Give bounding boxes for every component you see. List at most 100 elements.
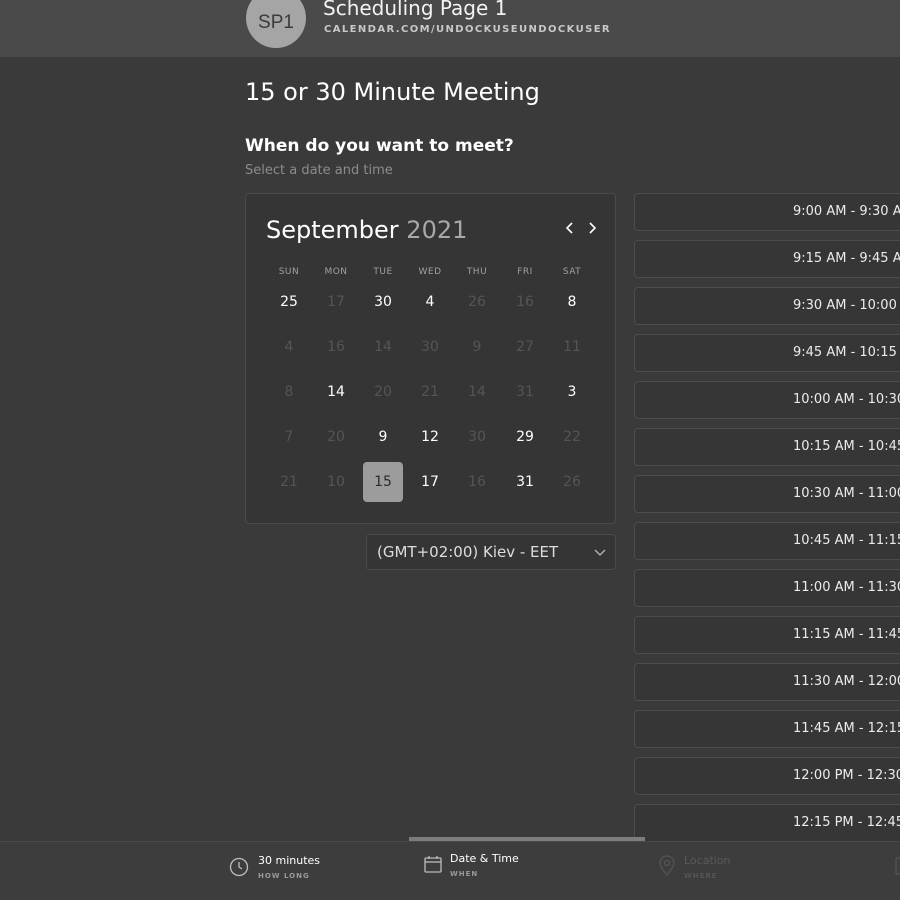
calendar-day: 4 [284, 339, 294, 355]
timezone-select[interactable]: (GMT+02:00) Kiev - EET [366, 534, 616, 570]
calendar-day: 20 [374, 384, 392, 400]
calendar-day: 20 [327, 429, 345, 445]
step-duration-sub: HOW LONG [258, 872, 310, 880]
time-slot-button[interactable]: 11:30 AM - 12:00 PM [634, 663, 900, 701]
time-slot-button[interactable]: 9:30 AM - 10:00 AM [634, 287, 900, 325]
meeting-title: 15 or 30 Minute Meeting [245, 78, 540, 106]
calendar-day: 31 [516, 384, 534, 400]
time-slot-button[interactable]: 12:00 PM - 12:30 PM [634, 757, 900, 795]
calendar-day[interactable]: 14 [316, 372, 356, 412]
step-details[interactable] [894, 842, 900, 900]
time-slot-button[interactable]: 11:15 AM - 11:45 AM [634, 616, 900, 654]
previous-month-button[interactable] [561, 220, 579, 240]
time-slot-label: 10:15 AM - 10:45 AM [793, 439, 900, 454]
calendar-year: 2021 [406, 216, 468, 244]
weekday-header: SUN [278, 267, 300, 277]
weekday-header: MON [324, 267, 348, 277]
date-picker-calendar: September 2021 SUN MON TUE WED THU FRI SAT 25 17… [245, 193, 616, 524]
next-month-button[interactable] [583, 220, 601, 240]
time-slot-label: 12:15 PM - 12:45 PM [793, 815, 900, 830]
time-slot-label: 11:45 AM - 12:15 PM [793, 721, 900, 736]
calendar-day: 16 [468, 474, 486, 490]
time-slot-label: 11:30 AM - 12:00 PM [793, 674, 900, 689]
avatar: SP1 [246, 0, 306, 48]
step-location-title: Location [684, 854, 731, 867]
calendar-day: 21 [421, 384, 439, 400]
time-slot-label: 10:45 AM - 11:15 AM [793, 533, 900, 548]
time-slot-label: 11:00 AM - 11:30 AM [793, 580, 900, 595]
step-duration[interactable]: 30 minutes HOW LONG [229, 842, 379, 900]
step-location-sub: WHERE [684, 872, 718, 880]
section-heading: When do you want to meet? [245, 136, 514, 156]
calendar-day[interactable]: 8 [552, 282, 592, 322]
calendar-icon [424, 856, 442, 873]
calendar-day: 26 [563, 474, 581, 490]
calendar-day[interactable]: 30 [363, 282, 403, 322]
step-date-time-title: Date & Time [450, 852, 519, 865]
calendar-day[interactable]: 17 [410, 462, 450, 502]
calendar-day: 11 [563, 339, 581, 355]
details-icon [895, 857, 900, 875]
weekday-header: FRI [517, 267, 533, 277]
calendar-day: 22 [563, 429, 581, 445]
calendar-month: September [266, 216, 399, 244]
step-location[interactable]: Location WHERE [658, 842, 808, 900]
clock-icon [229, 857, 249, 877]
chevron-left-icon [565, 222, 573, 234]
time-slot-label: 11:15 AM - 11:45 AM [793, 627, 900, 642]
calendar-month-label: September 2021 [266, 216, 467, 244]
calendar-day[interactable]: 25 [269, 282, 309, 322]
time-slot-button[interactable]: 9:45 AM - 10:15 AM [634, 334, 900, 372]
calendar-day: 30 [421, 339, 439, 355]
calendar-day[interactable]: 3 [552, 372, 592, 412]
calendar-day: 8 [284, 384, 294, 400]
page-name: Scheduling Page 1 [323, 0, 508, 20]
calendar-day: 30 [468, 429, 486, 445]
step-date-time[interactable]: Date & Time WHEN [423, 842, 573, 900]
header-bar: SP1 Scheduling Page 1 CALENDAR.COM/UNDOC… [0, 0, 900, 57]
chevron-down-icon [594, 549, 606, 556]
time-slot-button[interactable]: 10:15 AM - 10:45 AM [634, 428, 900, 466]
location-pin-icon [659, 855, 675, 876]
time-slot-button[interactable]: 9:00 AM - 9:30 AM [634, 193, 900, 231]
timezone-label: (GMT+02:00) Kiev - EET [377, 543, 559, 561]
calendar-day: 26 [468, 294, 486, 310]
calendar-day: 16 [516, 294, 534, 310]
time-slot-button[interactable]: 10:45 AM - 11:15 AM [634, 522, 900, 560]
time-slot-label: 10:30 AM - 11:00 AM [793, 486, 900, 501]
calendar-day-selected[interactable]: 15 [363, 462, 403, 502]
weekday-header: TUE [373, 267, 393, 277]
calendar-day: 9 [472, 339, 482, 355]
calendar-day[interactable]: 9 [363, 417, 403, 457]
calendar-day[interactable]: 4 [410, 282, 450, 322]
booking-steps-bar: 30 minutes HOW LONG Date & Time WHEN Loc… [0, 841, 900, 900]
time-slot-button[interactable]: 11:00 AM - 11:30 AM [634, 569, 900, 607]
calendar-day[interactable]: 29 [505, 417, 545, 457]
section-hint: Select a date and time [245, 163, 393, 178]
calendar-day: 21 [280, 474, 298, 490]
calendar-day: 7 [284, 429, 294, 445]
step-duration-title: 30 minutes [258, 854, 321, 867]
time-slot-button[interactable]: 12:15 PM - 12:45 PM [634, 804, 900, 842]
time-slot-button[interactable]: 9:15 AM - 9:45 AM [634, 240, 900, 278]
calendar-day[interactable]: 12 [410, 417, 450, 457]
time-slot-button[interactable]: 11:45 AM - 12:15 PM [634, 710, 900, 748]
calendar-day: 14 [468, 384, 486, 400]
time-slot-label: 12:00 PM - 12:30 PM [793, 768, 900, 783]
time-slot-label: 9:15 AM - 9:45 AM [793, 251, 900, 266]
time-slot-button[interactable]: 10:00 AM - 10:30 AM [634, 381, 900, 419]
calendar-day: 10 [327, 474, 345, 490]
time-slot-label: 9:30 AM - 10:00 AM [793, 298, 900, 313]
weekday-header: SAT [562, 267, 582, 277]
calendar-day[interactable]: 31 [505, 462, 545, 502]
calendar-day: 14 [374, 339, 392, 355]
scheduling-page: SP1 Scheduling Page 1 CALENDAR.COM/UNDOC… [0, 0, 900, 900]
calendar-day: 16 [327, 339, 345, 355]
chevron-right-icon [589, 222, 597, 234]
calendar-day: 27 [516, 339, 534, 355]
time-slot-label: 9:00 AM - 9:30 AM [793, 204, 900, 219]
calendar-day: 17 [327, 294, 345, 310]
time-slot-button[interactable]: 10:30 AM - 11:00 AM [634, 475, 900, 513]
time-slot-label: 9:45 AM - 10:15 AM [793, 345, 900, 360]
page-url[interactable]: CALENDAR.COM/UNDOCKUSEUNDOCKUSER [324, 24, 611, 35]
